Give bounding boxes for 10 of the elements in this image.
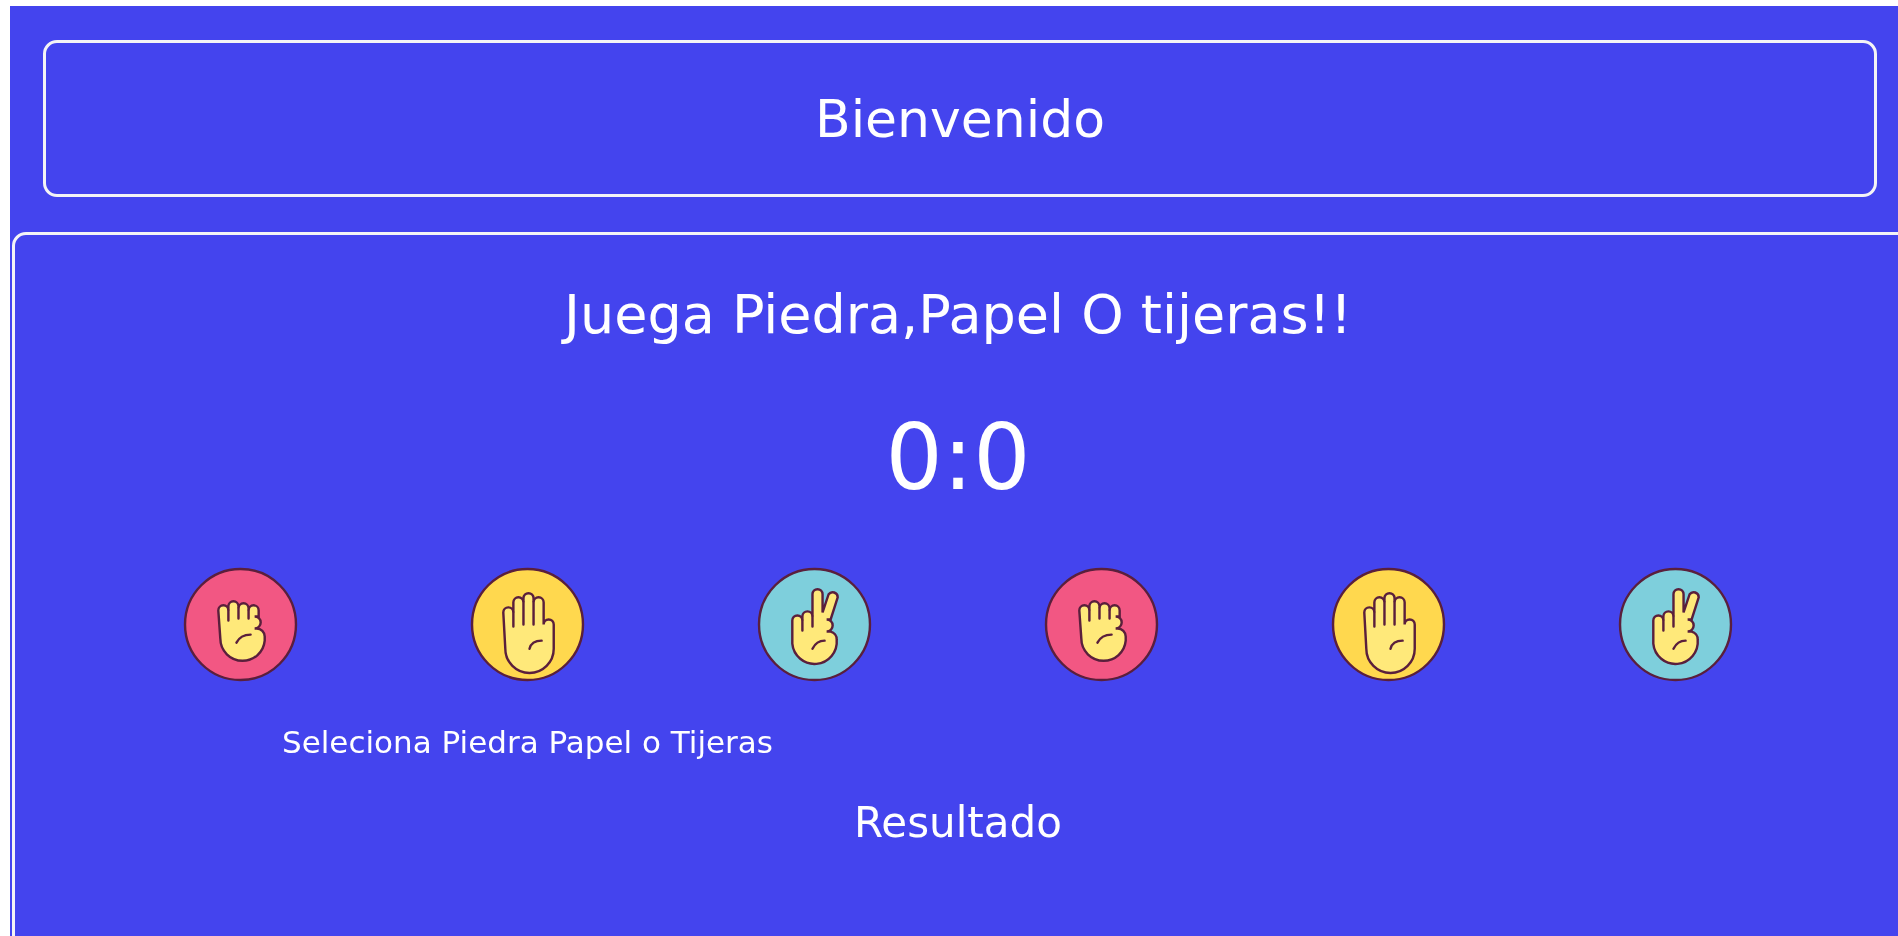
open-hand-icon[interactable] bbox=[1331, 567, 1446, 682]
result-label: Resultado bbox=[854, 798, 1062, 847]
score-text: 0:0 bbox=[885, 404, 1031, 512]
victory-hand-icon[interactable] bbox=[1618, 567, 1733, 682]
instruction-text: Seleciona Piedra Papel o Tijeras bbox=[281, 724, 773, 760]
victory-hand-icon[interactable] bbox=[757, 567, 872, 682]
open-hand-icon[interactable] bbox=[470, 567, 585, 682]
fist-icon[interactable] bbox=[1044, 567, 1159, 682]
welcome-title: Bienvenido bbox=[814, 88, 1106, 149]
fist-icon[interactable] bbox=[183, 567, 298, 682]
